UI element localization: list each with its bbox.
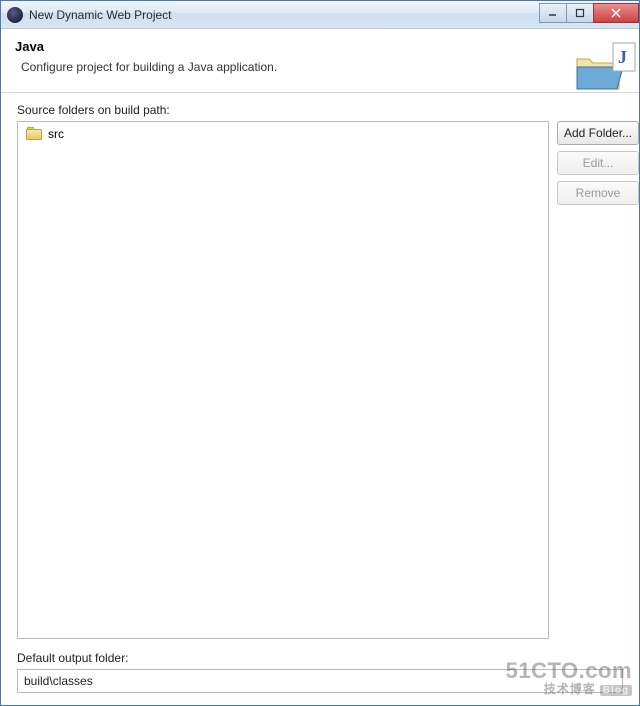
wizard-banner-icon: J: [569, 37, 639, 97]
package-folder-icon: [26, 128, 42, 140]
list-item[interactable]: src: [22, 126, 544, 142]
minimize-icon: [548, 8, 558, 18]
content-area: Source folders on build path: src Add Fo…: [1, 93, 639, 705]
add-folder-button[interactable]: Add Folder...: [557, 121, 639, 145]
output-folder-input[interactable]: [17, 669, 623, 693]
svg-text:J: J: [618, 47, 627, 67]
edit-button: Edit...: [557, 151, 639, 175]
source-folders-list[interactable]: src: [17, 121, 549, 639]
close-icon: [611, 8, 621, 18]
output-folder-label: Default output folder:: [17, 651, 623, 665]
dialog-window: New Dynamic Web Project Java Configure p…: [0, 0, 640, 706]
page-title: Java: [15, 39, 625, 54]
close-button[interactable]: [593, 3, 639, 23]
list-item-label: src: [48, 127, 64, 141]
titlebar[interactable]: New Dynamic Web Project: [1, 1, 639, 29]
eclipse-icon: [7, 7, 23, 23]
maximize-button[interactable]: [566, 3, 594, 23]
minimize-button[interactable]: [539, 3, 567, 23]
page-description: Configure project for building a Java ap…: [15, 60, 625, 74]
window-title: New Dynamic Web Project: [29, 8, 540, 22]
maximize-icon: [575, 8, 585, 18]
remove-button: Remove: [557, 181, 639, 205]
window-controls: [540, 3, 639, 23]
wizard-header: Java Configure project for building a Ja…: [1, 29, 639, 93]
source-folders-label: Source folders on build path:: [17, 103, 639, 117]
